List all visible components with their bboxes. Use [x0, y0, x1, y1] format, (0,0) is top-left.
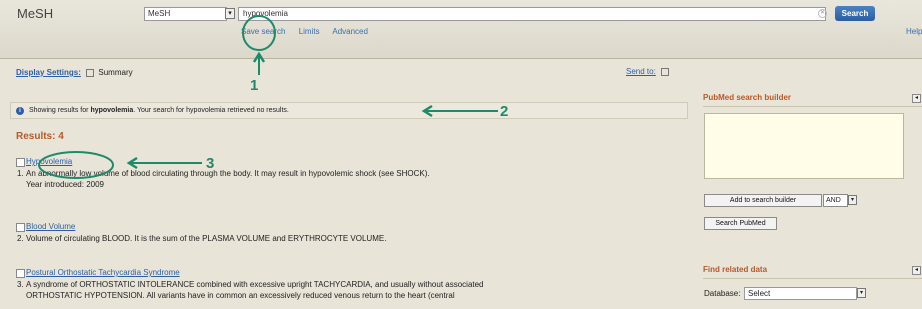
related-title: Find related data: [703, 265, 768, 274]
add-to-builder-button[interactable]: Add to search builder: [704, 194, 822, 207]
database-select[interactable]: MeSH: [144, 7, 227, 21]
divider: [703, 106, 922, 107]
result-checkbox[interactable]: [16, 223, 25, 232]
collapse-icon[interactable]: ◂: [912, 266, 921, 275]
result-description: A syndrome of ORTHOSTATIC INTOLERANCE co…: [26, 280, 484, 289]
send-to[interactable]: Send to:: [626, 67, 671, 76]
result-description: An abnormally low volume of blood circul…: [26, 169, 430, 178]
divider: [703, 278, 922, 279]
info-term: hypovolemia: [90, 107, 134, 114]
search-input[interactable]: hypovolemia: [238, 7, 826, 21]
result-number: 2.: [17, 234, 24, 243]
search-builder-textarea[interactable]: [704, 113, 904, 179]
search-subnav: Save search Limits Advanced: [241, 27, 379, 36]
search-header: MeSH MeSH ▾ hypovolemia ✕ Search Save se…: [0, 0, 922, 59]
limits-link[interactable]: Limits: [299, 27, 320, 36]
result-checkbox[interactable]: [16, 269, 25, 278]
info-suffix: . Your search for hypovolemia retrieved …: [133, 107, 289, 114]
sidebar: PubMed search builder ◂ Add to search bu…: [693, 59, 922, 309]
db-label: MeSH: [17, 6, 54, 21]
result-title-link[interactable]: Blood Volume: [26, 222, 75, 231]
summary-label: Summary: [98, 68, 133, 77]
operator-select[interactable]: AND: [823, 194, 848, 207]
result-description: Volume of circulating BLOOD. It is the s…: [26, 234, 387, 243]
chevron-down-icon[interactable]: ▾: [848, 195, 857, 205]
save-search-link[interactable]: Save search: [241, 27, 285, 36]
chevron-down-icon[interactable]: ▾: [225, 8, 235, 19]
info-icon: i: [16, 107, 24, 115]
clear-icon[interactable]: ✕: [818, 9, 827, 18]
display-settings: Display Settings: Summary: [16, 68, 133, 77]
related-database-select[interactable]: Select: [744, 287, 857, 300]
result-description-continued: ORTHOSTATIC HYPOTENSION. All variants ha…: [26, 291, 455, 300]
info-message: i Showing results for hypovolemia. Your …: [10, 102, 688, 119]
result-number: 3.: [17, 280, 24, 289]
result-checkbox[interactable]: [16, 158, 25, 167]
search-button[interactable]: Search: [835, 6, 875, 21]
display-settings-link[interactable]: Display Settings:: [16, 68, 81, 77]
annotation-label-2: 2: [500, 103, 509, 120]
annotation-label-1: 1: [250, 77, 259, 94]
result-number: 1.: [17, 169, 24, 178]
expand-icon[interactable]: [661, 67, 670, 76]
info-prefix: Showing results for: [28, 107, 89, 114]
annotation-label-3: 3: [206, 155, 215, 172]
results-pane: Display Settings: Summary Send to: i Sho…: [0, 59, 693, 309]
builder-title: PubMed search builder: [703, 93, 792, 102]
search-pubmed-button[interactable]: Search PubMed: [704, 217, 777, 230]
help-link[interactable]: Help: [906, 27, 922, 36]
advanced-link[interactable]: Advanced: [332, 27, 368, 36]
send-to-link[interactable]: Send to:: [626, 67, 656, 76]
expand-icon[interactable]: [86, 68, 95, 77]
results-count: Results: 4: [16, 131, 64, 142]
result-year: Year introduced: 2009: [26, 180, 104, 189]
chevron-down-icon[interactable]: ▾: [857, 288, 866, 298]
database-label: Database:: [704, 289, 741, 298]
result-title-link[interactable]: Postural Orthostatic Tachycardia Syndrom…: [26, 268, 180, 277]
result-title-link[interactable]: Hypovolemia: [26, 157, 72, 166]
collapse-icon[interactable]: ◂: [912, 94, 921, 103]
